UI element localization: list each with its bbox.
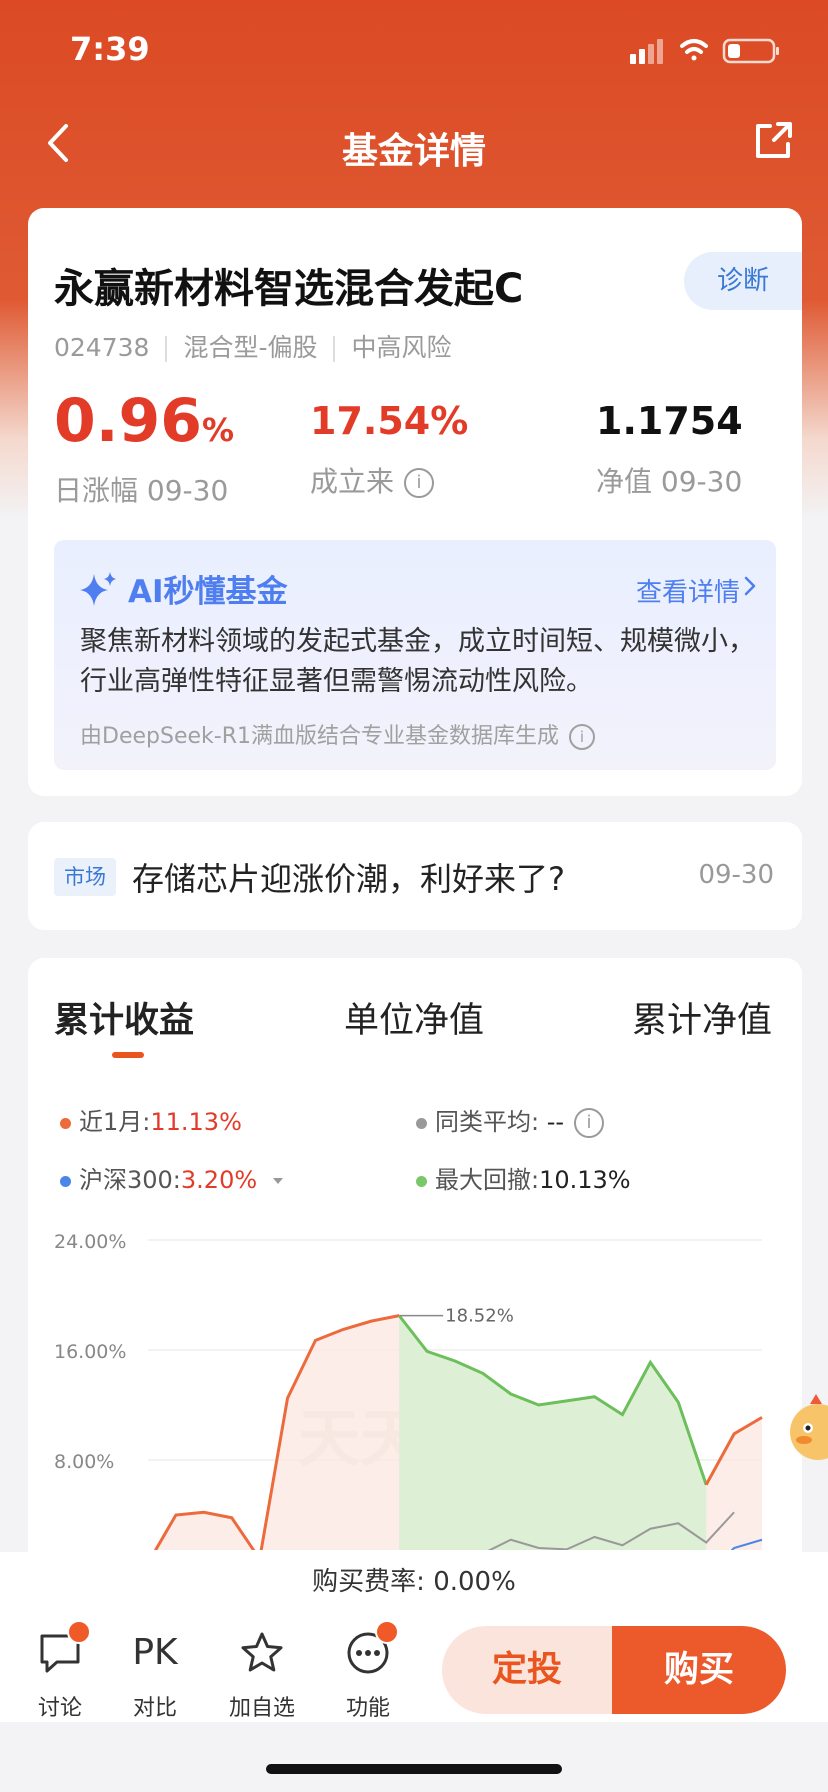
daily-change-metric: 0.96% 日涨幅 09-30	[54, 386, 234, 509]
y-tick-label: 8.00%	[54, 1451, 114, 1473]
news-title[interactable]: 存储芯片迎涨价潮，利好来了?	[132, 854, 565, 900]
news-date: 09-30	[698, 860, 774, 890]
legend-label: 最大回撤:	[435, 1166, 540, 1194]
y-tick-label: 24.00%	[54, 1231, 126, 1253]
pk-icon: PK	[132, 1632, 178, 1673]
info-icon[interactable]: i	[404, 468, 435, 498]
fund-meta: 024738 混合型-偏股 中高风险	[54, 328, 451, 364]
legend-value: --	[546, 1108, 565, 1136]
fund-name: 永赢新材料智选混合发起C	[54, 266, 524, 312]
daily-change-value: 0.96	[54, 386, 203, 456]
legend-max-drawdown: 最大回撤:10.13%	[416, 1160, 631, 1195]
sparkle-icon	[80, 572, 116, 606]
buy-button[interactable]: 购买	[612, 1626, 786, 1714]
nav-label: 净值 09-30	[596, 465, 743, 498]
ai-view-details-link[interactable]: 查看详情	[636, 572, 740, 609]
peak-label: 18.52%	[445, 1306, 514, 1327]
watchlist-label: 加自选	[228, 1696, 295, 1721]
compare-button[interactable]: PK 对比	[115, 1630, 195, 1722]
legend-dot	[416, 1117, 427, 1129]
purchase-fee-bar: 购买费率: 0.00%	[0, 1552, 828, 1613]
legend-value: 10.13%	[539, 1166, 631, 1194]
info-icon[interactable]: i	[568, 724, 595, 750]
diagnose-button[interactable]: 诊断	[684, 252, 802, 310]
functions-button[interactable]: 功能	[328, 1620, 408, 1722]
add-watchlist-button[interactable]: 加自选	[222, 1630, 302, 1722]
wifi-icon	[680, 39, 708, 61]
bottom-action-bar: 讨论 PK 对比 加自选 功能 定投 购买	[0, 1612, 828, 1722]
fund-type: 混合型-偏股	[183, 333, 318, 362]
fund-risk: 中高风险	[351, 333, 452, 362]
legend-label: 近1月:	[79, 1108, 151, 1136]
notification-badge	[375, 1620, 399, 1644]
drawdown-area	[399, 1315, 707, 1550]
divider	[165, 336, 168, 362]
caret-down-icon[interactable]	[263, 1171, 293, 1191]
discuss-button[interactable]: 讨论	[20, 1620, 100, 1722]
chevron-right-icon[interactable]	[738, 574, 762, 598]
auto-invest-button[interactable]: 定投	[442, 1626, 612, 1714]
notification-badge	[67, 1620, 91, 1644]
active-tab-indicator	[112, 1052, 144, 1058]
ai-title: AI秒懂基金	[128, 574, 288, 610]
mascot-icon[interactable]	[778, 1390, 828, 1470]
discuss-label: 讨论	[37, 1696, 82, 1721]
legend-csi300[interactable]: 沪深300:3.20%	[60, 1160, 293, 1195]
ai-summary-box[interactable]: AI秒懂基金 查看详情 聚焦新材料领域的发起式基金，成立时间短、规模微小，行业高…	[54, 540, 776, 770]
status-time: 7:39	[70, 30, 150, 68]
signal-icon	[630, 39, 663, 64]
page-title: 基金详情	[341, 131, 486, 172]
legend-value: 11.13%	[150, 1108, 242, 1136]
tab-unit-nav[interactable]: 单位净值	[344, 992, 484, 1043]
info-icon[interactable]: i	[574, 1108, 605, 1138]
legend-label: 沪深300:	[79, 1166, 181, 1194]
legend-value: 3.20%	[180, 1166, 258, 1194]
fund-code: 024738	[54, 333, 150, 362]
home-indicator	[266, 1764, 562, 1774]
divider	[333, 336, 336, 362]
news-tag: 市场	[54, 858, 116, 896]
since-inception-label: 成立来	[310, 465, 395, 498]
share-icon[interactable]	[748, 116, 798, 166]
since-inception-metric: 17.54% 成立来 i	[310, 386, 468, 500]
news-card[interactable]: 市场 存储芯片迎涨价潮，利好来了? 09-30	[28, 822, 802, 930]
fee-label: 购买费率:	[312, 1567, 425, 1597]
performance-chart-card: 累计收益 单位净值 累计净值 近1月:11.13% 同类平均: -- i 沪深30…	[28, 958, 802, 1598]
nav-bar: 基金详情	[0, 100, 828, 190]
status-bar: 7:39	[0, 0, 828, 100]
tab-cumulative-nav[interactable]: 累计净值	[632, 992, 772, 1043]
legend-recent-month: 近1月:11.13%	[60, 1102, 242, 1137]
ai-footer-text: 由DeepSeek-R1满血版结合专业基金数据库生成	[80, 724, 559, 749]
tab-cumulative-return[interactable]: 累计收益	[54, 992, 194, 1043]
daily-change-unit: %	[202, 411, 235, 449]
fund-summary-card: 永赢新材料智选混合发起C 诊断 024738 混合型-偏股 中高风险 0.96% 日…	[28, 208, 802, 796]
nav-value: 1.1754	[596, 399, 743, 443]
star-icon	[241, 1632, 283, 1672]
y-tick-label: 16.00%	[54, 1341, 126, 1363]
legend-peer-average: 同类平均: -- i	[416, 1102, 605, 1138]
legend-label: 同类平均:	[435, 1108, 540, 1136]
since-inception-value: 17.54%	[310, 399, 469, 443]
nav-metric: 1.1754 净值 09-30	[596, 386, 743, 500]
status-icons	[630, 38, 779, 64]
legend-dot	[60, 1175, 71, 1187]
functions-label: 功能	[345, 1696, 390, 1721]
compare-label: 对比	[132, 1696, 177, 1721]
ai-summary-text: 聚焦新材料领域的发起式基金，成立时间短、规模微小，行业高弹性特征显著但需警惕流动…	[80, 626, 755, 697]
daily-change-label: 日涨幅 09-30	[54, 474, 229, 507]
battery-icon	[722, 38, 779, 64]
ai-footer: 由DeepSeek-R1满血版结合专业基金数据库生成 i	[80, 718, 595, 750]
legend-dot	[60, 1117, 71, 1129]
cumulative-return-chart[interactable]: 24.00%16.00%8.00%天天基金18.52%	[28, 1220, 802, 1550]
fee-value: 0.00%	[433, 1567, 516, 1597]
legend-dot	[416, 1175, 427, 1187]
